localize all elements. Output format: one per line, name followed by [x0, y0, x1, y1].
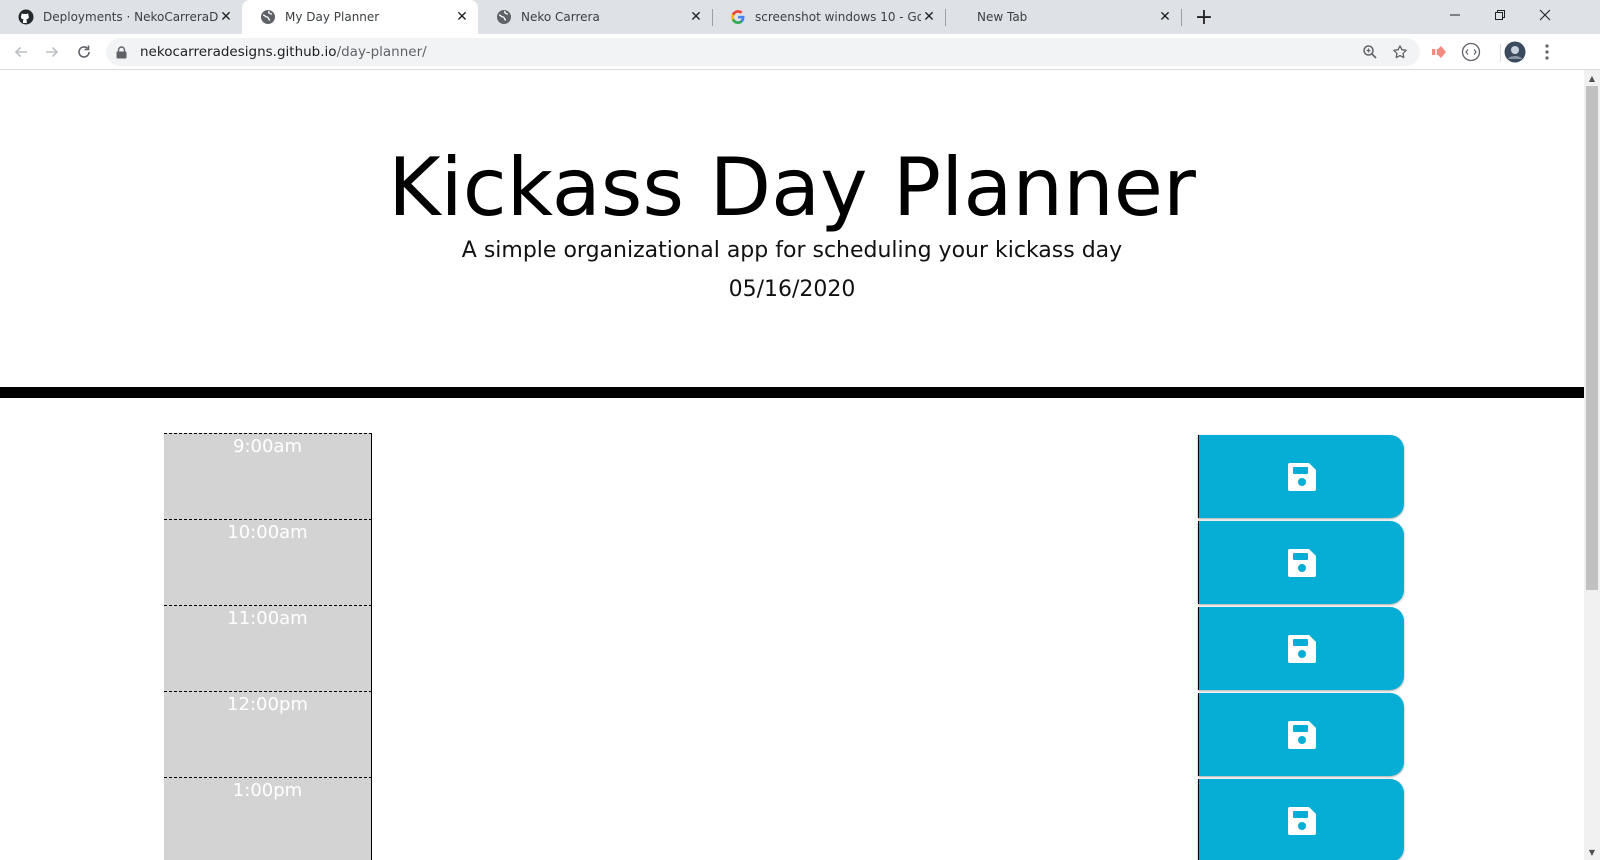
save-icon [1287, 720, 1316, 749]
back-arrow-icon[interactable] [7, 38, 35, 66]
menu-kebab-icon[interactable] [1536, 41, 1558, 63]
url-host: nekocarreradesigns.github.io [140, 44, 337, 60]
save-icon [1287, 462, 1316, 491]
page-title: Kickass Day Planner [388, 141, 1196, 234]
scroll-down-arrow-icon[interactable]: ▼ [1584, 844, 1600, 860]
tab-title: screenshot windows 10 - Google [755, 10, 921, 24]
close-window-icon[interactable] [1523, 0, 1567, 30]
forward-arrow-icon[interactable] [38, 38, 66, 66]
tab-strip: Deployments · NekoCarreraDesig ✕ My Day … [0, 0, 1600, 34]
tab-title: My Day Planner [285, 10, 380, 24]
globe-icon [496, 9, 512, 25]
time-block-row: 1:00pm [0, 777, 1584, 860]
save-button[interactable] [1198, 779, 1404, 860]
hour-label: 1:00pm [164, 777, 372, 860]
save-button[interactable] [1198, 435, 1404, 518]
lock-icon[interactable] [116, 45, 130, 59]
task-input[interactable] [372, 433, 1198, 519]
task-input[interactable] [372, 605, 1198, 691]
scroll-up-arrow-icon[interactable]: ▲ [1584, 70, 1600, 86]
tab-title: New Tab [977, 10, 1028, 24]
page-subtitle: A simple organizational app for scheduli… [461, 238, 1123, 263]
close-tab-icon[interactable]: ✕ [921, 9, 937, 25]
time-block-row: 10:00am [0, 519, 1584, 605]
zoom-icon[interactable] [1356, 38, 1384, 66]
extension-icon[interactable] [1460, 41, 1482, 63]
page-scrollbar[interactable]: ▲ ▼ [1584, 70, 1600, 860]
tab-title: Deployments · NekoCarreraDesig [43, 10, 218, 24]
star-icon[interactable] [1386, 38, 1414, 66]
restore-icon[interactable] [1478, 0, 1522, 30]
reload-icon[interactable] [70, 38, 98, 66]
task-input[interactable] [372, 519, 1198, 605]
task-input[interactable] [372, 691, 1198, 777]
tab-separator [1181, 9, 1182, 26]
close-tab-icon[interactable]: ✕ [688, 9, 704, 25]
time-block-row: 9:00am [0, 433, 1584, 519]
profile-avatar-icon[interactable] [1504, 41, 1526, 63]
page-viewport: Kickass Day Planner A simple organizatio… [0, 70, 1584, 860]
close-tab-icon[interactable]: ✕ [218, 9, 234, 25]
save-button[interactable] [1198, 607, 1404, 690]
tab-neko-carrera[interactable]: Neko Carrera ✕ [478, 0, 712, 34]
close-tab-icon[interactable]: ✕ [454, 9, 470, 25]
minimize-icon[interactable] [1433, 0, 1477, 30]
hour-label: 10:00am [164, 519, 372, 605]
browser-toolbar: nekocarreradesigns.github.io/day-planner… [0, 34, 1600, 70]
hour-label: 11:00am [164, 605, 372, 691]
close-tab-icon[interactable]: ✕ [1157, 9, 1173, 25]
github-icon [18, 9, 34, 25]
save-button[interactable] [1198, 693, 1404, 776]
tab-new-tab[interactable]: New Tab ✕ [945, 0, 1181, 34]
tab-google-search[interactable]: screenshot windows 10 - Google ✕ [712, 0, 945, 34]
current-date: 05/16/2020 [728, 277, 856, 302]
save-icon [1287, 634, 1316, 663]
new-tab-button[interactable]: + [1190, 3, 1218, 31]
page-header: Kickass Day Planner A simple organizatio… [0, 70, 1584, 390]
hour-label: 12:00pm [164, 691, 372, 777]
tab-my-day-planner[interactable]: My Day Planner ✕ [242, 0, 478, 34]
task-input[interactable] [372, 777, 1198, 860]
toolbar-divider [1500, 44, 1501, 62]
header-divider [0, 387, 1584, 398]
url-text: nekocarreradesigns.github.io/day-planner… [140, 44, 427, 60]
globe-icon [260, 9, 276, 25]
time-block-row: 11:00am [0, 605, 1584, 691]
time-block-row: 12:00pm [0, 691, 1584, 777]
url-path: /day-planner/ [336, 44, 427, 60]
tab-title: Neko Carrera [521, 10, 600, 24]
address-bar[interactable]: nekocarreradesigns.github.io/day-planner… [106, 38, 1420, 66]
save-icon [1287, 806, 1316, 835]
save-button[interactable] [1198, 521, 1404, 604]
hour-label: 9:00am [164, 433, 372, 519]
tab-deployments[interactable]: Deployments · NekoCarreraDesig ✕ [0, 0, 242, 34]
google-icon [730, 9, 746, 25]
extension-icon[interactable] [1428, 41, 1450, 63]
save-icon [1287, 548, 1316, 577]
scroll-thumb[interactable] [1586, 86, 1598, 590]
